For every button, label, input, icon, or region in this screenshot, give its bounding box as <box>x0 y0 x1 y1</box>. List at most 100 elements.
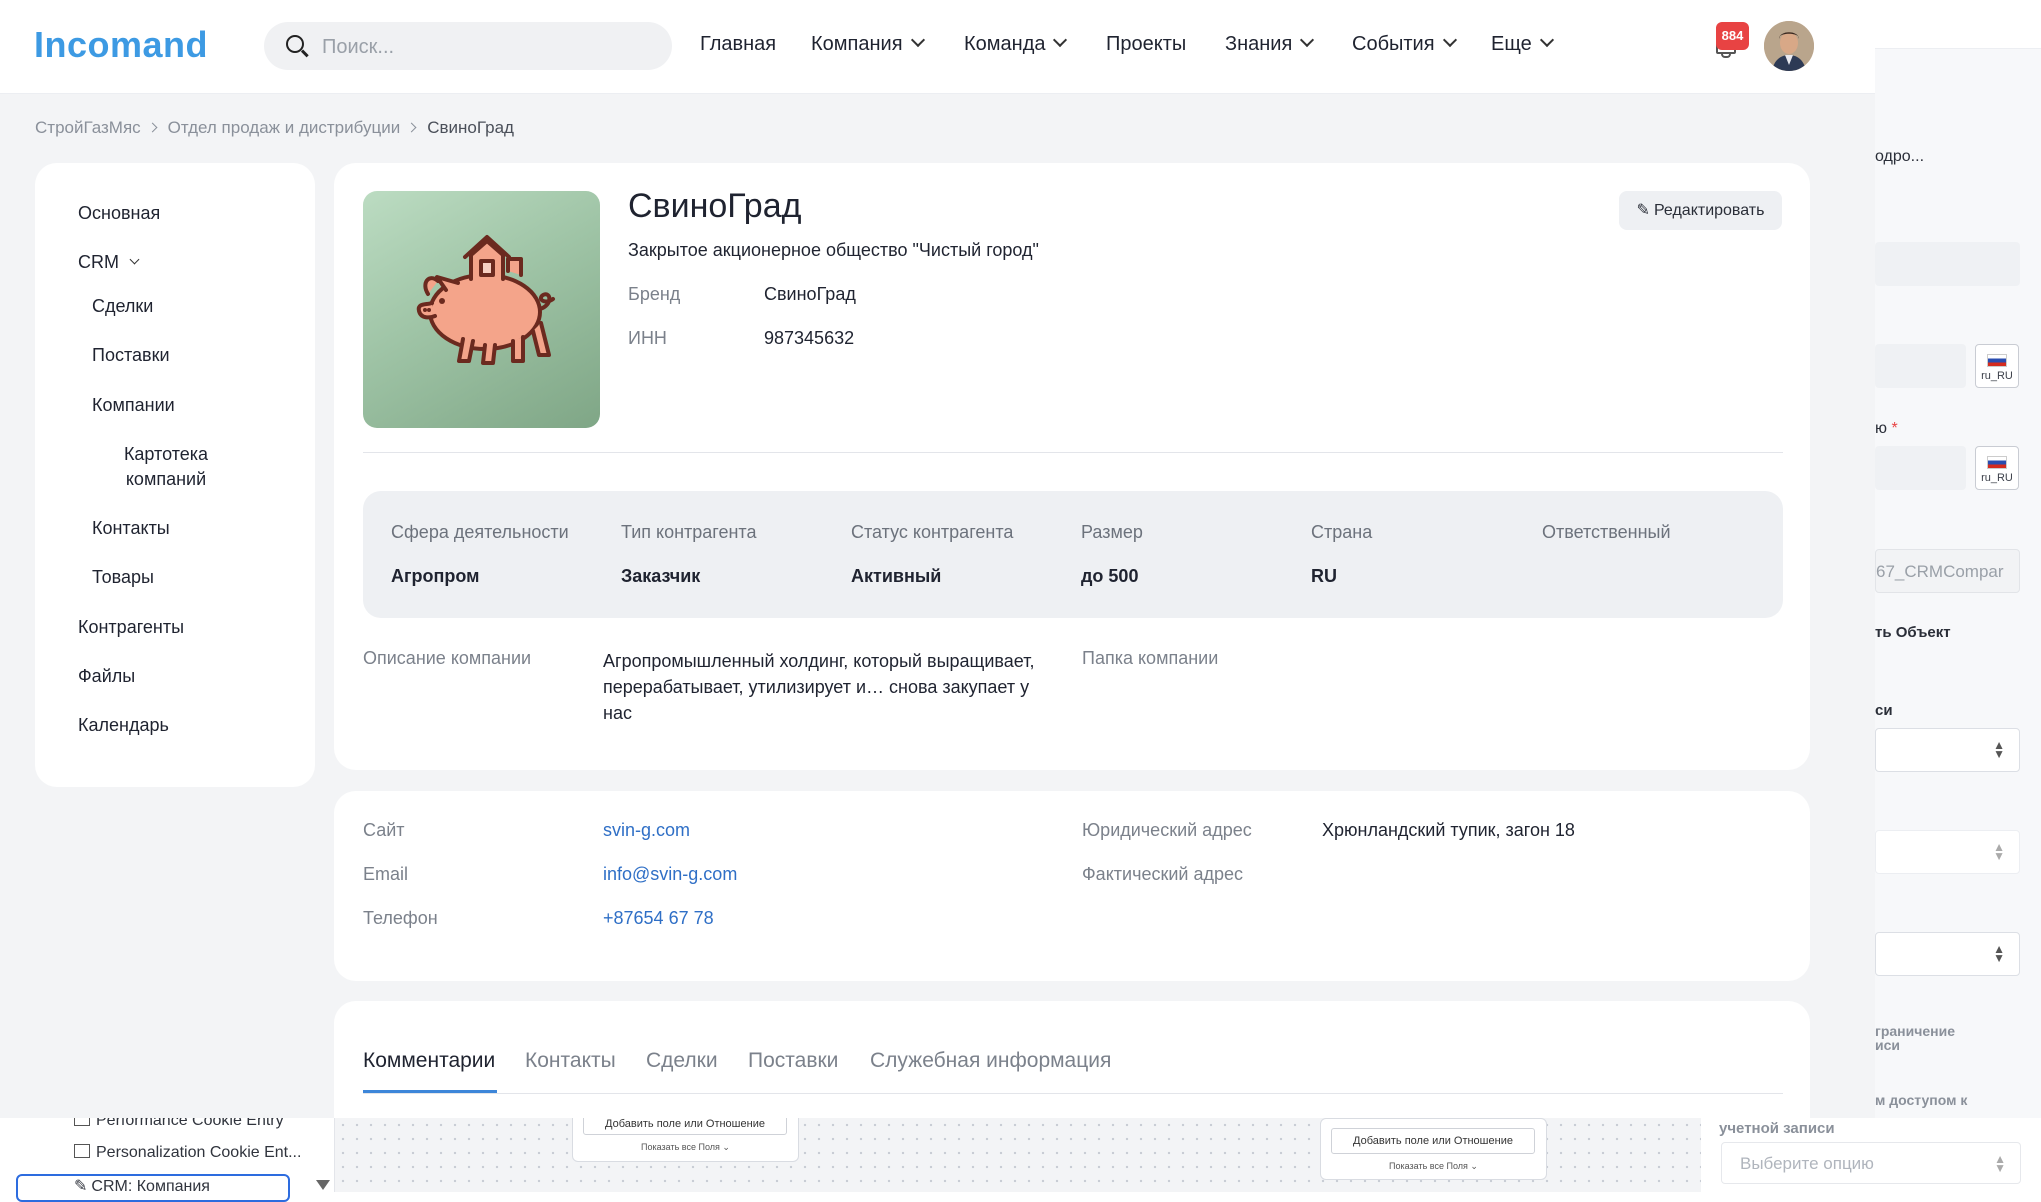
company-card-overlay: Incomand Главная Компания Команда Проект… <box>0 0 1875 1118</box>
email-label: Email <box>363 864 409 884</box>
updown-icon: ▲ ▼ <box>1993 942 2005 965</box>
company-legal-name: Закрытое акционерное общество "Чистый го… <box>628 240 1039 260</box>
breadcrumb-link[interactable]: СтройГазМяс <box>35 118 141 137</box>
bg-fragment: си <box>1875 702 1893 719</box>
app-logo[interactable]: Incomand <box>34 24 208 66</box>
nav-team[interactable]: Команда <box>964 32 1068 56</box>
nav-home[interactable]: Главная <box>700 33 776 56</box>
sidebar-item-main[interactable]: Основная <box>78 201 160 226</box>
chevron-down-icon <box>910 32 925 48</box>
sidebar-item-supplies[interactable]: Поставки <box>92 343 170 368</box>
attr-label: Размер <box>1081 522 1143 542</box>
sidebar-item-counterparties[interactable]: Контрагенты <box>78 615 184 640</box>
attr-label: Статус контрагента <box>851 522 1014 542</box>
bg-properties-bottom: учетной записи Выберите опцию ▲ ▼ <box>1701 1118 2041 1192</box>
scroll-down-icon[interactable] <box>316 1180 330 1190</box>
nav-company[interactable]: Компания <box>811 32 925 56</box>
pig-house-icon <box>416 235 555 365</box>
bg-field-readonly: 67_CRMCompar <box>1875 549 2020 593</box>
nav-events[interactable]: События <box>1352 32 1457 56</box>
chevron-down-icon <box>1539 32 1554 48</box>
brand-label: Бренд <box>628 284 681 304</box>
divider <box>363 452 1783 453</box>
phone-label: Телефон <box>363 908 438 928</box>
tab-supplies[interactable]: Поставки <box>748 1049 838 1073</box>
sidebar-item-files[interactable]: Файлы <box>78 664 135 689</box>
chevron-down-icon <box>1442 32 1457 48</box>
attributes-panel <box>363 491 1783 618</box>
site-label: Сайт <box>363 820 405 840</box>
avatar[interactable] <box>1764 21 1814 71</box>
bg-field[interactable] <box>1875 242 2020 286</box>
site-link[interactable]: svin-g.com <box>603 820 690 841</box>
nav-more[interactable]: Еще <box>1491 32 1554 56</box>
sidebar-item-contacts[interactable]: Контакты <box>92 516 170 541</box>
locale-flag-button[interactable]: ru_RU <box>1975 344 2019 388</box>
nav-knowledge[interactable]: Знания <box>1225 32 1315 56</box>
description-text: Агропромышленный холдинг, который выращи… <box>603 651 1035 723</box>
tab-deals[interactable]: Сделки <box>646 1049 718 1073</box>
bg-fragment: граничение иси <box>1875 1023 1955 1053</box>
contacts-card <box>334 791 1810 981</box>
bg-field[interactable] <box>1875 446 1966 490</box>
attr-label: Тип контрагента <box>621 522 757 542</box>
search-box[interactable] <box>264 22 672 72</box>
bg-fragment: ть Объект <box>1875 624 1951 641</box>
attr-value: Активный <box>851 566 942 586</box>
inn-label: ИНН <box>628 328 667 348</box>
actual-address-label: Фактический адрес <box>1082 864 1243 884</box>
edit-button[interactable]: ✎ Редактировать <box>1619 191 1782 230</box>
sidebar-item-calendar[interactable]: Календарь <box>78 713 169 738</box>
attr-label: Страна <box>1311 522 1373 542</box>
search-input[interactable] <box>320 22 654 72</box>
locale-flag-button[interactable]: ru_RU <box>1975 446 2019 490</box>
bg-select[interactable]: ▲ ▼ <box>1875 728 2020 772</box>
sidebar-item-crm[interactable]: CRM <box>78 250 140 275</box>
divider <box>363 1093 1783 1094</box>
notification-badge: 884 <box>1716 22 1749 50</box>
company-logo <box>363 191 600 428</box>
description-label: Описание компании <box>363 648 532 668</box>
top-navbar: Incomand Главная Компания Команда Проект… <box>0 0 1875 94</box>
brand-value: СвиноГрад <box>764 284 856 304</box>
bg-field[interactable] <box>1875 344 1966 388</box>
bg-select[interactable]: ▲ ▼ <box>1875 830 2020 874</box>
breadcrumb: СтройГазМяс Отдел продаж и дистрибуции Сви… <box>35 118 514 138</box>
attr-value: Агропром <box>391 566 480 586</box>
company-name: СвиноГрад <box>628 187 802 225</box>
breadcrumb-link[interactable]: Отдел продаж и дистрибуции <box>168 118 401 137</box>
bg-select[interactable]: ▲ ▼ <box>1875 932 2020 976</box>
folder-label: Папка компании <box>1082 648 1219 668</box>
bg-panel <box>1875 0 2041 49</box>
canvas-node: Добавить поле или Отношение Показать все… <box>1320 1118 1547 1180</box>
tree-selection-outline <box>16 1174 290 1202</box>
flag-ru-icon <box>1987 456 2007 469</box>
sidebar-item-products[interactable]: Товары <box>92 565 154 590</box>
updown-icon: ▲ ▼ <box>1993 738 2005 761</box>
bg-fragment: учетной записи <box>1719 1120 1835 1137</box>
bg-fragment: м доступом к <box>1875 1092 1968 1108</box>
chevron-down-icon <box>1053 32 1068 48</box>
sidebar-item-deals[interactable]: Сделки <box>92 294 153 319</box>
sidebar-item-companies[interactable]: Компании <box>92 393 175 418</box>
phone-link[interactable]: +87654 67 78 <box>603 908 714 929</box>
entity-icon <box>74 1144 90 1158</box>
tab-service-info[interactable]: Служебная информация <box>870 1049 1111 1073</box>
attr-value: RU <box>1311 566 1337 586</box>
legal-address-label: Юридический адрес <box>1082 820 1252 840</box>
tab-comments[interactable]: Комментарии <box>363 1049 495 1073</box>
breadcrumb-current: СвиноГрад <box>427 118 514 137</box>
search-icon <box>286 35 304 53</box>
show-fields-toggle[interactable]: Показать все Поля ⌄ <box>1321 1161 1546 1172</box>
option-select[interactable]: Выберите опцию ▲ ▼ <box>1721 1142 2021 1184</box>
nav-projects[interactable]: Проекты <box>1106 33 1186 56</box>
bg-fragment: одро... <box>1875 148 1925 165</box>
show-fields-toggle[interactable]: Показать все Поля ⌄ <box>573 1142 798 1153</box>
email-link[interactable]: info@svin-g.com <box>603 864 737 885</box>
attr-value: до 500 <box>1081 566 1139 586</box>
add-field-button[interactable]: Добавить поле или Отношение <box>1331 1128 1535 1154</box>
chevron-right-icon <box>406 122 417 133</box>
tree-item[interactable]: Personalization Cookie Ent... <box>74 1144 301 1162</box>
tab-contacts[interactable]: Контакты <box>525 1049 616 1073</box>
sidebar-item-company-catalog[interactable]: Картотека компаний <box>111 442 221 492</box>
